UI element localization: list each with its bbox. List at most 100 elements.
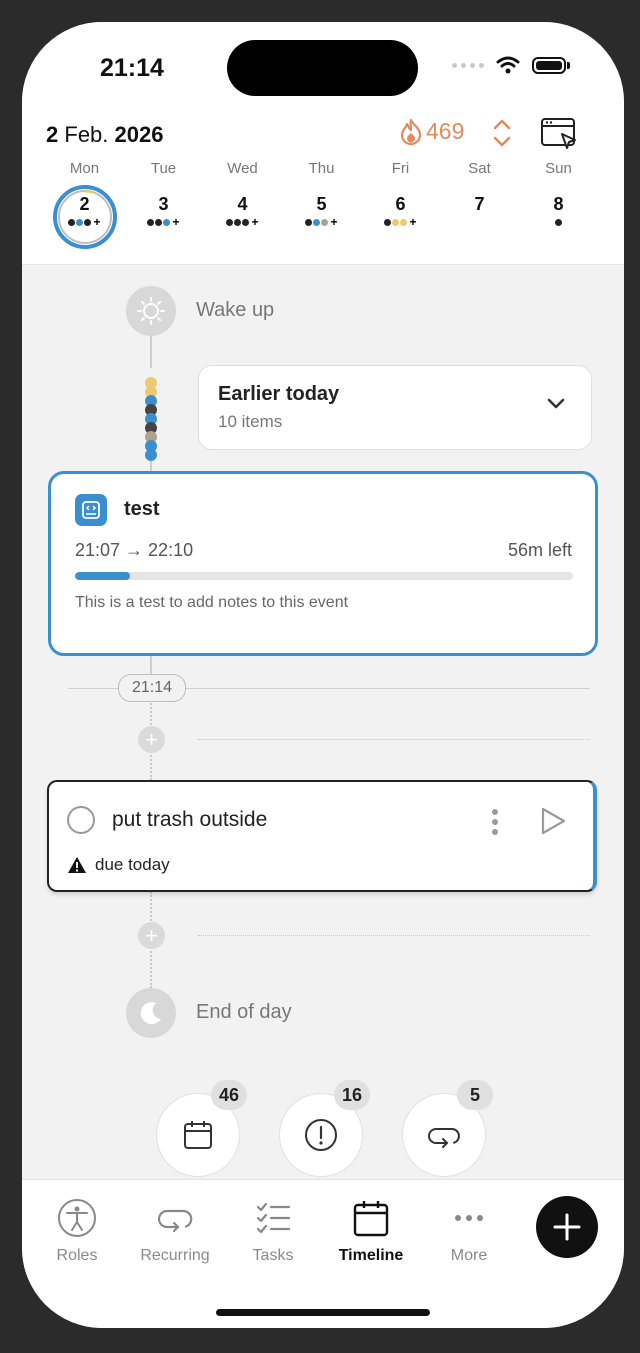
item-dot	[384, 218, 392, 226]
plus-icon	[553, 1213, 581, 1241]
event-time-range: 21:07 → 22:10	[75, 540, 194, 560]
tab-label: Roles	[56, 1247, 98, 1264]
flame-icon	[400, 118, 422, 145]
task-card[interactable]: put trash outside due today	[47, 780, 597, 892]
earlier-subtitle: 10 items	[218, 412, 283, 431]
header-area: 21:14 2 Feb. 2026 469 Mon 2 + Tue 3 + We…	[22, 22, 624, 265]
day-number: 4	[237, 194, 248, 214]
day-name: Mon	[69, 160, 100, 177]
person-icon	[58, 1199, 96, 1237]
count-badge: 46	[211, 1080, 247, 1110]
day-name: Tue	[150, 160, 177, 177]
exclamation-icon	[305, 1119, 337, 1151]
day-sat[interactable]: Sat 7	[440, 160, 519, 228]
date-year: 2026	[114, 122, 164, 147]
wifi-icon	[496, 56, 520, 74]
battery-icon	[532, 56, 566, 74]
day-name: Fri	[391, 160, 410, 177]
task-name: put trash outside	[112, 808, 268, 831]
item-dot	[400, 218, 408, 226]
day-wed[interactable]: Wed 4 +	[203, 160, 282, 228]
day-name: Wed	[227, 160, 258, 177]
day-item-dots	[519, 216, 598, 228]
day-sun[interactable]: Sun 8	[519, 160, 598, 228]
tab-label: Recurring	[140, 1247, 210, 1264]
day-item-dots: +	[282, 216, 361, 228]
day-item-dots: +	[45, 216, 124, 228]
tab-recurring[interactable]: Recurring	[126, 1198, 224, 1265]
day-name: Sat	[468, 160, 491, 177]
moon-icon	[140, 1002, 161, 1025]
day-name: Sun	[545, 160, 572, 177]
more-horizontal-icon	[455, 1215, 483, 1221]
recurring-count-button[interactable]: 5	[402, 1080, 493, 1177]
overdue-count-button[interactable]: 16	[279, 1080, 370, 1177]
count-badge: 16	[334, 1080, 370, 1110]
status-time: 21:14	[100, 54, 164, 82]
day-number: 5	[316, 194, 327, 214]
day-name: Thu	[308, 160, 335, 177]
item-dot	[392, 218, 400, 226]
item-dot	[305, 218, 313, 226]
status-icons	[452, 56, 570, 74]
day-thu[interactable]: Thu 5 +	[282, 160, 361, 228]
day-tue[interactable]: Tue 3 +	[124, 160, 203, 228]
tab-timeline[interactable]: Timeline	[322, 1198, 420, 1265]
item-dot	[242, 218, 250, 226]
task-due-text: due today	[95, 855, 170, 874]
more-items-plus: +	[409, 215, 417, 229]
day-number: 8	[553, 194, 564, 214]
item-dot	[321, 218, 329, 226]
streak-counter[interactable]: 469	[400, 118, 464, 145]
more-items-plus: +	[251, 215, 259, 229]
day-item-dots: +	[203, 216, 282, 228]
tab-tasks[interactable]: Tasks	[224, 1198, 322, 1265]
checklist-icon	[256, 1202, 291, 1234]
current-event-card[interactable]: test 21:07 → 22:10 56m left This is a te…	[48, 471, 598, 656]
event-time-left: 56m left	[507, 540, 572, 560]
day-mon[interactable]: Mon 2 +	[45, 160, 124, 249]
tab-label: Timeline	[338, 1247, 404, 1264]
day-fri[interactable]: Fri 6 +	[361, 160, 440, 228]
day-number: 6	[395, 194, 406, 214]
task-checkbox[interactable]	[67, 806, 95, 834]
more-vertical-icon[interactable]	[490, 807, 500, 837]
sort-arrows-icon[interactable]	[492, 118, 512, 148]
dotted-divider	[198, 935, 590, 936]
calendar-view-icon[interactable]	[540, 116, 578, 152]
add-button[interactable]	[536, 1196, 598, 1258]
repeat-icon	[157, 1209, 193, 1233]
add-item-button[interactable]: +	[138, 726, 165, 753]
more-items-plus: +	[93, 215, 101, 229]
current-date[interactable]: 2 Feb. 2026	[46, 122, 163, 148]
task-due: due today	[67, 855, 170, 875]
earlier-title: Earlier today	[218, 383, 340, 405]
tab-roles[interactable]: Roles	[28, 1198, 126, 1265]
scheduled-count-button[interactable]: 46	[156, 1080, 247, 1177]
event-category-icon	[75, 494, 107, 526]
add-item-button[interactable]: +	[138, 922, 165, 949]
more-items-plus: +	[330, 215, 338, 229]
item-dot	[555, 218, 562, 226]
warning-icon	[68, 857, 86, 873]
sun-icon	[137, 297, 165, 325]
wake-up-node	[126, 286, 176, 336]
earlier-today-card[interactable]: Earlier today 10 items	[198, 365, 592, 450]
play-icon[interactable]	[539, 806, 567, 836]
item-dot	[313, 218, 321, 226]
tab-more[interactable]: More	[420, 1198, 518, 1265]
item-dot	[234, 218, 242, 226]
tab-bar: Roles Recurring Tasks Timeline More	[22, 1179, 624, 1328]
week-strip: Mon 2 + Tue 3 + Wed 4 + Thu 5 + Fri 6 + Sat 7 Sun 8	[45, 160, 603, 249]
tab-label: More	[450, 1247, 488, 1264]
item-dot	[163, 218, 171, 226]
tab-label: Tasks	[252, 1247, 294, 1264]
end-of-day-label: End of day	[196, 1001, 292, 1023]
chevron-down-icon	[547, 398, 565, 409]
day-number: 2	[79, 194, 90, 214]
calendar-icon	[184, 1121, 212, 1149]
event-progress-bar	[75, 572, 573, 580]
event-progress-fill	[75, 572, 130, 580]
date-day: 2	[46, 122, 59, 147]
more-items-plus: +	[172, 215, 180, 229]
